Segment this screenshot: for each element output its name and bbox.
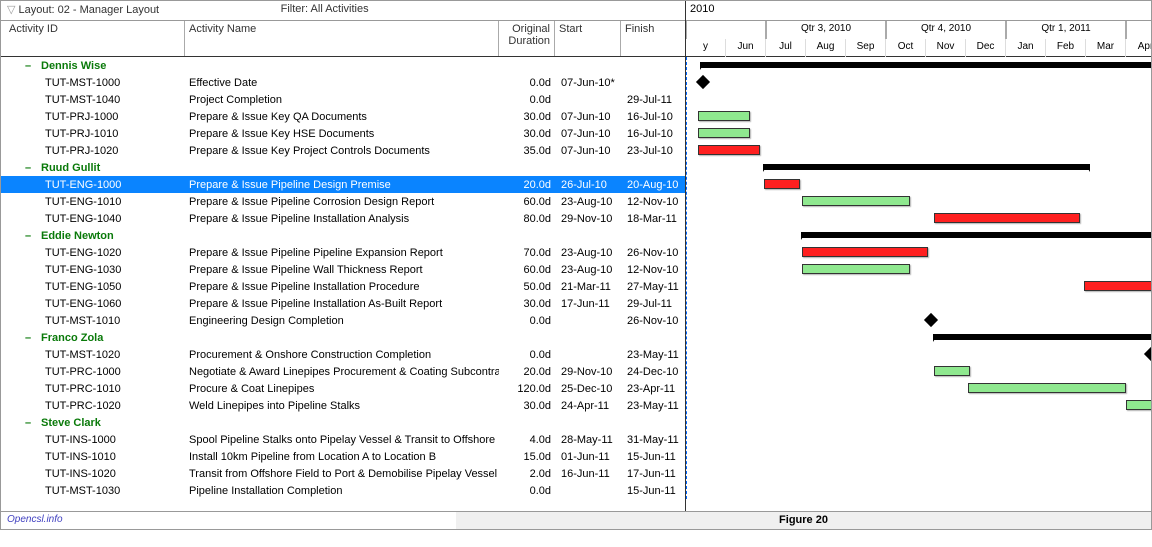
summary-bar[interactable]: [934, 334, 1151, 340]
collapse-icon[interactable]: –: [25, 162, 35, 174]
activity-row[interactable]: TUT-MST-1040Project Completion0.0d29-Jul…: [1, 91, 685, 108]
month-header: Mar: [1086, 39, 1126, 57]
group-row[interactable]: –Franco Zola: [1, 329, 685, 346]
activity-row[interactable]: TUT-INS-1000Spool Pipeline Stalks onto P…: [1, 431, 685, 448]
activity-row[interactable]: TUT-ENG-1010Prepare & Issue Pipeline Cor…: [1, 193, 685, 210]
col-header-name[interactable]: Activity Name: [185, 21, 499, 56]
activity-row[interactable]: TUT-MST-1000Effective Date0.0d07-Jun-10*: [1, 74, 685, 91]
group-name: Dennis Wise: [41, 60, 106, 72]
month-header: Apr: [1126, 39, 1151, 57]
group-name: Eddie Newton: [41, 230, 114, 242]
quarter-header: Qtr 3, 2010: [766, 21, 886, 39]
month-header: Jun: [726, 39, 766, 57]
group-row[interactable]: –Dennis Wise: [1, 57, 685, 74]
summary-bar[interactable]: [701, 62, 1151, 68]
activity-row[interactable]: TUT-ENG-1040Prepare & Issue Pipeline Ins…: [1, 210, 685, 227]
milestone-marker[interactable]: [924, 313, 938, 327]
activity-row[interactable]: TUT-ENG-1000Prepare & Issue Pipeline Des…: [1, 176, 685, 193]
collapse-icon[interactable]: –: [25, 230, 35, 242]
activity-row[interactable]: TUT-PRC-1020Weld Linepipes into Pipeline…: [1, 397, 685, 414]
group-name: Ruud Gullit: [41, 162, 100, 174]
summary-bar[interactable]: [764, 164, 1089, 170]
gantt-bar[interactable]: [698, 128, 750, 138]
month-header: Sep: [846, 39, 886, 57]
activity-row[interactable]: TUT-PRJ-1000Prepare & Issue Key QA Docum…: [1, 108, 685, 125]
collapse-icon[interactable]: –: [25, 60, 35, 72]
gantt-bar[interactable]: [698, 145, 760, 155]
layout-label: ▽Layout: 02 - Manager Layout: [1, 1, 275, 20]
gantt-bar[interactable]: [764, 179, 800, 189]
activity-row[interactable]: TUT-PRC-1000Negotiate & Award Linepipes …: [1, 363, 685, 380]
milestone-marker[interactable]: [696, 75, 710, 89]
gantt-year: 2010: [686, 1, 1151, 21]
group-name: Franco Zola: [41, 332, 103, 344]
col-header-duration[interactable]: Original Duration: [499, 21, 555, 56]
quarter-header: Qtr 4, 2010: [886, 21, 1006, 39]
activity-row[interactable]: TUT-MST-1030Pipeline Installation Comple…: [1, 482, 685, 499]
gantt-bar[interactable]: [1084, 281, 1151, 291]
month-header: Jan: [1006, 39, 1046, 57]
month-header: Oct: [886, 39, 926, 57]
activity-row[interactable]: TUT-ENG-1050Prepare & Issue Pipeline Ins…: [1, 278, 685, 295]
figure-caption: Figure 20: [456, 512, 1151, 529]
activity-row[interactable]: TUT-ENG-1060Prepare & Issue Pipeline Ins…: [1, 295, 685, 312]
gantt-bar[interactable]: [934, 366, 970, 376]
col-header-id[interactable]: Activity ID: [1, 21, 185, 56]
activity-row[interactable]: TUT-INS-1010Install 10km Pipeline from L…: [1, 448, 685, 465]
milestone-marker[interactable]: [1144, 347, 1151, 361]
collapse-icon[interactable]: –: [25, 417, 35, 429]
month-header: y: [686, 39, 726, 57]
activity-row[interactable]: TUT-ENG-1020Prepare & Issue Pipeline Pip…: [1, 244, 685, 261]
quarter-header: Qtr 1, 2011: [1006, 21, 1126, 39]
col-header-start[interactable]: Start: [555, 21, 621, 56]
group-row[interactable]: –Ruud Gullit: [1, 159, 685, 176]
activity-row[interactable]: TUT-PRJ-1010Prepare & Issue Key HSE Docu…: [1, 125, 685, 142]
activity-row[interactable]: TUT-MST-1020Procurement & Onshore Constr…: [1, 346, 685, 363]
summary-bar[interactable]: [802, 232, 1151, 238]
filter-label: Filter: All Activities: [275, 1, 685, 20]
gantt-bar[interactable]: [934, 213, 1080, 223]
month-header: Dec: [966, 39, 1006, 57]
activity-row[interactable]: TUT-PRC-1010Procure & Coat Linepipes120.…: [1, 380, 685, 397]
quarter-header: Qtr 2, 20: [1126, 21, 1151, 39]
collapse-icon[interactable]: –: [25, 332, 35, 344]
col-header-finish[interactable]: Finish: [621, 21, 683, 56]
gantt-bar[interactable]: [802, 196, 910, 206]
month-header: Jul: [766, 39, 806, 57]
activity-row[interactable]: TUT-MST-1010Engineering Design Completio…: [1, 312, 685, 329]
activity-row[interactable]: TUT-INS-1020Transit from Offshore Field …: [1, 465, 685, 482]
month-header: Feb: [1046, 39, 1086, 57]
activity-row[interactable]: TUT-PRJ-1020Prepare & Issue Key Project …: [1, 142, 685, 159]
gantt-bar[interactable]: [802, 264, 910, 274]
month-header: Nov: [926, 39, 966, 57]
activity-row[interactable]: TUT-ENG-1030Prepare & Issue Pipeline Wal…: [1, 261, 685, 278]
gantt-bar[interactable]: [802, 247, 928, 257]
gantt-bar[interactable]: [968, 383, 1126, 393]
month-header: Aug: [806, 39, 846, 57]
group-row[interactable]: –Eddie Newton: [1, 227, 685, 244]
collapse-tri-icon[interactable]: ▽: [7, 4, 15, 16]
gantt-bar[interactable]: [1126, 400, 1151, 410]
group-row[interactable]: –Steve Clark: [1, 414, 685, 431]
group-name: Steve Clark: [41, 417, 101, 429]
gantt-bar[interactable]: [698, 111, 750, 121]
